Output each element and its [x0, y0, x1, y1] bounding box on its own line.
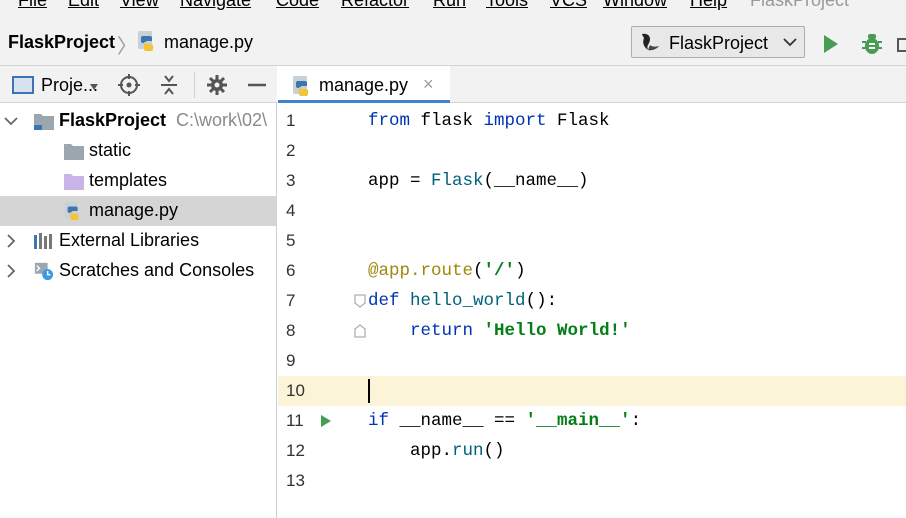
menu-navigate[interactable]: Navigate: [180, 0, 251, 11]
menu-bar: File Edit View Navigate Code Refactor Ru…: [0, 0, 906, 16]
line-number: 3: [286, 171, 296, 190]
code-text[interactable]: app = Flask(__name__): [368, 171, 589, 191]
line-number: 5: [286, 231, 296, 250]
python-file-icon: [64, 201, 79, 221]
tree-item-path: C:\work\02\: [176, 110, 268, 130]
more-actions-icon[interactable]: [897, 38, 906, 52]
code-text[interactable]: @app.route('/'): [368, 261, 526, 281]
line-number: 2: [286, 141, 296, 160]
line-number: 11: [286, 411, 304, 430]
code-line[interactable]: 1 from flask import Flask: [278, 106, 906, 136]
line-number: 9: [286, 351, 296, 370]
line-number: 6: [286, 261, 296, 280]
code-text[interactable]: from flask import Flask: [368, 111, 610, 131]
menu-file[interactable]: File: [18, 0, 47, 11]
toolbar-divider: [194, 72, 195, 98]
tab-close-icon[interactable]: ×: [423, 74, 434, 95]
scratches-icon: [34, 262, 54, 281]
menu-edit[interactable]: Edit: [68, 0, 99, 11]
code-line[interactable]: 6 @app.route('/'): [278, 256, 906, 286]
python-file-icon: [138, 31, 153, 51]
chevron-down-icon: [783, 38, 797, 47]
run-config-label: FlaskProject: [669, 33, 769, 53]
code-line[interactable]: 3 app = Flask(__name__): [278, 166, 906, 196]
code-line[interactable]: 11 if __name__ == '__main__':: [278, 406, 906, 436]
chevron-down-icon[interactable]: [4, 114, 18, 128]
locate-icon[interactable]: [118, 74, 140, 96]
flask-logo-icon: [642, 33, 659, 51]
tree-item-label: FlaskProject: [59, 110, 167, 130]
code-line[interactable]: 2: [278, 136, 906, 166]
tab-manage-py[interactable]: manage.py ×: [278, 66, 450, 103]
tree-item-static[interactable]: static: [0, 136, 277, 166]
line-number: 13: [286, 471, 305, 490]
chevron-right-icon[interactable]: [4, 264, 18, 278]
tree-item-label: manage.py: [89, 200, 179, 220]
code-text[interactable]: return 'Hello World!': [368, 321, 631, 341]
code-line[interactable]: 13: [278, 466, 906, 496]
code-line[interactable]: 9: [278, 346, 906, 376]
menu-refactor[interactable]: Refactor: [341, 0, 409, 11]
menu-run[interactable]: Run: [433, 0, 466, 11]
code-line[interactable]: 4: [278, 196, 906, 226]
settings-gear-icon[interactable]: [206, 74, 228, 96]
tree-item-label: static: [89, 140, 132, 160]
text-caret: [368, 379, 370, 403]
editor-tab-bar: manage.py ×: [278, 66, 906, 103]
menu-vcs[interactable]: VCS: [550, 0, 587, 11]
tree-item-templates[interactable]: templates: [0, 166, 277, 196]
fold-marker-icon[interactable]: [354, 324, 366, 338]
tree-item-label: templates: [89, 170, 168, 190]
library-icon: [34, 233, 52, 249]
breadcrumb-file[interactable]: manage.py: [164, 32, 253, 53]
menu-window[interactable]: Window: [603, 0, 667, 11]
fold-marker-icon[interactable]: [354, 294, 366, 308]
tree-item-external-libraries[interactable]: External Libraries: [0, 226, 277, 256]
menu-code[interactable]: Code: [276, 0, 319, 11]
chevron-down-icon[interactable]: [90, 84, 98, 90]
line-number: 1: [286, 111, 296, 130]
code-line[interactable]: 7 def hello_world():: [278, 286, 906, 316]
code-text[interactable]: app.run(): [368, 441, 505, 461]
code-text[interactable]: if __name__ == '__main__':: [368, 411, 641, 431]
gutter-run-icon[interactable]: [320, 414, 332, 428]
python-file-icon: [293, 76, 308, 96]
tab-label: manage.py: [319, 75, 409, 95]
project-view-icon: [12, 76, 34, 94]
menu-help[interactable]: Help: [690, 0, 727, 11]
navigation-bar: FlaskProject 〉 manage.py FlaskProject: [0, 16, 906, 66]
line-number: 12: [286, 441, 305, 460]
code-text[interactable]: def hello_world():: [368, 291, 557, 311]
templates-folder-icon: [64, 174, 84, 190]
tree-item-label: External Libraries: [59, 230, 200, 250]
minimize-icon[interactable]: [246, 74, 268, 96]
code-line[interactable]: 10: [278, 376, 906, 406]
line-number: 10: [286, 381, 305, 400]
folder-icon: [34, 114, 54, 130]
project-tool-window: Proje... FlaskProject C:\work\02\ static…: [0, 66, 277, 518]
project-toolbar: Proje...: [0, 66, 277, 103]
line-number: 8: [286, 321, 296, 340]
breadcrumb-project[interactable]: FlaskProject: [8, 32, 115, 53]
line-number: 7: [286, 291, 296, 310]
chevron-right-icon[interactable]: [4, 234, 18, 248]
code-line[interactable]: 8 return 'Hello World!': [278, 316, 906, 346]
tree-item-manage-py[interactable]: manage.py: [0, 196, 277, 226]
tree-item-label: Scratches and Consoles: [59, 260, 255, 280]
tree-item-scratches[interactable]: Scratches and Consoles: [0, 256, 277, 286]
menu-tools[interactable]: Tools: [486, 0, 528, 11]
collapse-all-icon[interactable]: [158, 74, 180, 96]
code-line[interactable]: 5: [278, 226, 906, 256]
tree-item-flaskproject[interactable]: FlaskProject C:\work\02\: [0, 106, 277, 136]
code-line[interactable]: 12 app.run(): [278, 436, 906, 466]
run-configuration-selector[interactable]: FlaskProject: [631, 26, 805, 58]
line-number: 4: [286, 201, 296, 220]
window-title: FlaskProject: [750, 0, 850, 10]
folder-icon: [64, 144, 84, 160]
breadcrumb-separator: 〉: [117, 36, 137, 58]
debug-icon[interactable]: [860, 32, 884, 56]
editor-pane: manage.py × 1 from flask import Flask 2 3 ap…: [278, 66, 906, 518]
run-icon[interactable]: [822, 34, 840, 54]
menu-view[interactable]: View: [120, 0, 159, 11]
